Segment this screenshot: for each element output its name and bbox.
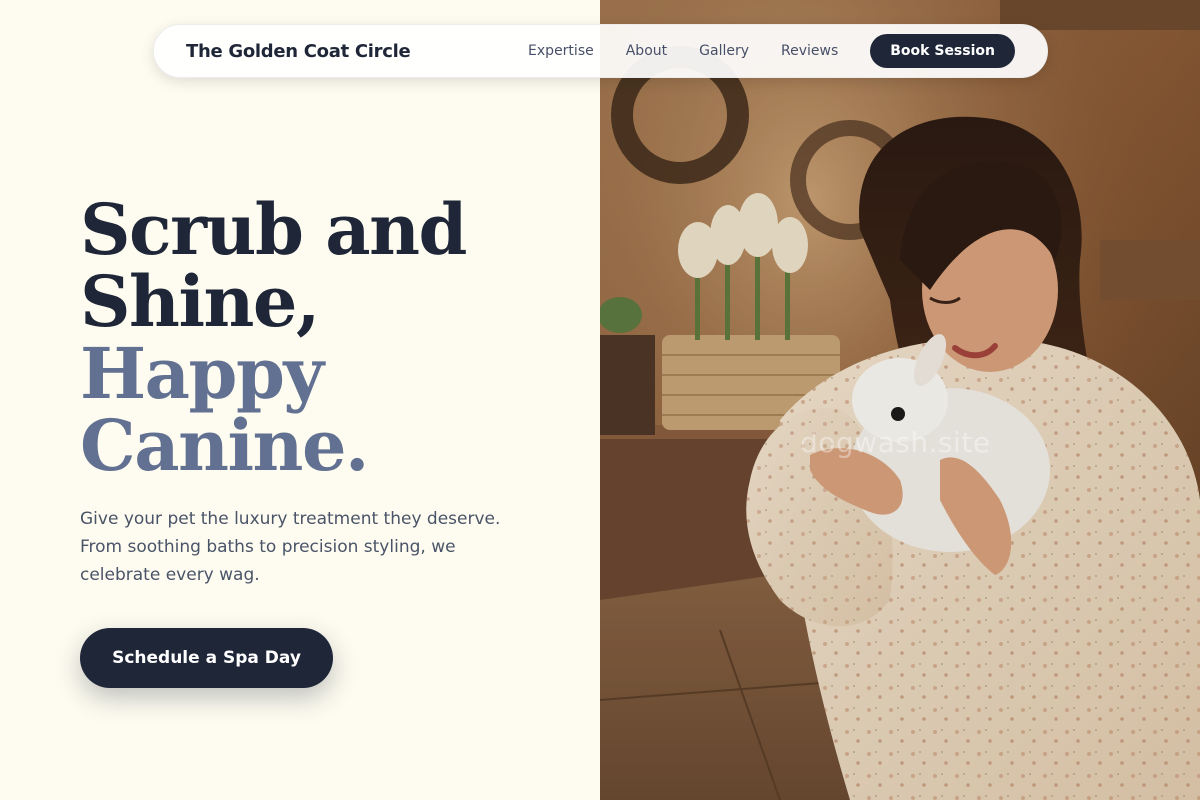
schedule-spa-day-button[interactable]: Schedule a Spa Day — [80, 628, 333, 688]
woman-with-bunny-photo — [600, 0, 1200, 800]
hero-left-panel: Scrub and Shine, Happy Canine. Give your… — [0, 0, 600, 800]
book-session-button[interactable]: Book Session — [870, 34, 1015, 68]
headline-line-2: Shine, — [80, 260, 320, 343]
hero-description: Give your pet the luxury treatment they … — [80, 509, 501, 585]
watermark-text: dogwash.site — [800, 426, 991, 459]
nav-links: Expertise About Gallery Reviews Book Ses… — [528, 34, 1015, 68]
headline-line-1: Scrub and — [80, 188, 467, 271]
brand-logo[interactable]: The Golden Coat Circle — [186, 41, 411, 62]
hero-headline: Scrub and Shine, Happy Canine. — [80, 188, 467, 487]
nav-link-gallery[interactable]: Gallery — [699, 43, 749, 59]
nav-link-reviews[interactable]: Reviews — [781, 43, 838, 59]
headline-line-3: Happy — [80, 332, 324, 415]
headline-line-4: Canine. — [80, 404, 369, 487]
nav-link-about[interactable]: About — [626, 43, 667, 59]
hero-photo: dogwash.site — [600, 0, 1200, 800]
nav-link-expertise[interactable]: Expertise — [528, 43, 594, 59]
top-navigation: The Golden Coat Circle Expertise About G… — [153, 24, 1048, 78]
